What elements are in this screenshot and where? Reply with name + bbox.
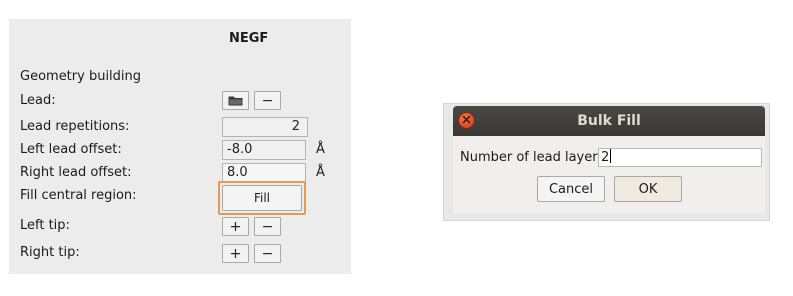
left-lead-offset-unit: Å — [316, 142, 325, 157]
right-tip-label: Right tip: — [20, 245, 80, 260]
fill-central-region-label: Fill central region: — [20, 188, 137, 203]
lead-label: Lead: — [20, 93, 56, 108]
plus-icon: + — [229, 218, 242, 235]
folder-icon — [228, 95, 243, 106]
lead-layers-input[interactable]: 2 — [598, 148, 762, 167]
left-lead-offset-field[interactable]: -8.0 — [222, 140, 306, 160]
panel-title: NEGF — [229, 31, 269, 46]
dialog-body: Number of lead layers: 2 Cancel OK — [453, 136, 765, 214]
left-tip-label: Left tip: — [20, 218, 70, 233]
remove-lead-button[interactable]: − — [254, 91, 281, 110]
add-right-tip-button[interactable]: + — [222, 244, 249, 263]
minus-icon: − — [261, 218, 274, 235]
remove-right-tip-button[interactable]: − — [254, 244, 281, 263]
remove-left-tip-button[interactable]: − — [254, 217, 281, 236]
ok-button[interactable]: OK — [614, 176, 682, 202]
right-lead-offset-label: Right lead offset: — [20, 165, 132, 180]
minus-icon: − — [261, 92, 274, 109]
lead-repetitions-label: Lead repetitions: — [20, 119, 130, 134]
add-left-tip-button[interactable]: + — [222, 217, 249, 236]
screen: NEGF Geometry building Lead: − Lead repe… — [0, 0, 793, 296]
left-lead-offset-label: Left lead offset: — [20, 142, 122, 157]
cancel-button[interactable]: Cancel — [537, 176, 605, 202]
right-lead-offset-unit: Å — [316, 165, 325, 180]
load-lead-button[interactable] — [222, 91, 249, 110]
lead-repetitions-spinner[interactable]: 2 — [222, 117, 308, 137]
right-lead-offset-field[interactable]: 8.0 — [222, 163, 306, 183]
lead-layers-value: 2 — [601, 150, 610, 165]
lead-layers-label: Number of lead layers: — [460, 150, 609, 165]
negf-panel: NEGF Geometry building Lead: − Lead repe… — [9, 19, 351, 274]
dialog-titlebar[interactable]: Bulk Fill — [453, 106, 765, 136]
minus-icon: − — [261, 245, 274, 262]
bulk-fill-dialog: Bulk Fill Number of lead layers: 2 Cance… — [443, 103, 770, 221]
dialog-title: Bulk Fill — [577, 113, 641, 129]
plus-icon: + — [229, 245, 242, 262]
text-caret — [610, 149, 612, 163]
fill-button[interactable]: Fill — [222, 185, 302, 211]
section-heading: Geometry building — [20, 69, 142, 84]
